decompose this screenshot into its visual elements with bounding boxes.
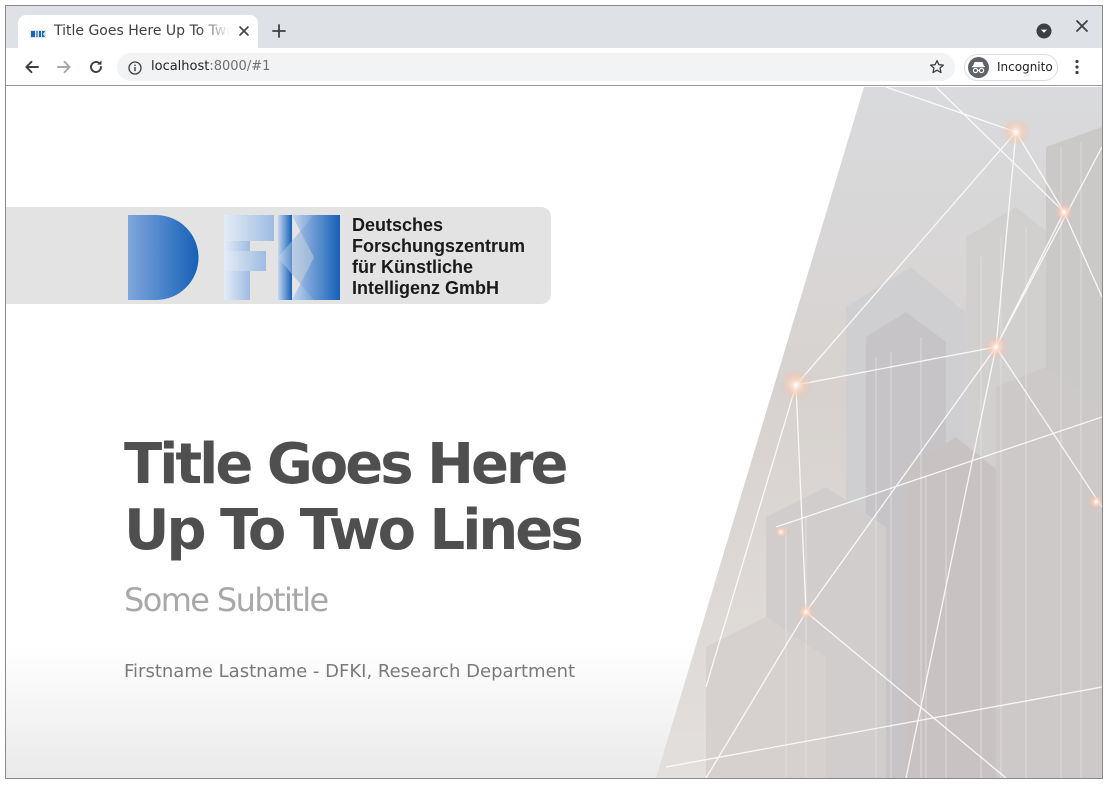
site-info-icon[interactable] bbox=[128, 60, 142, 75]
url-text[interactable]: localhost:8000/#1 bbox=[151, 57, 270, 77]
forward-arrow-right-icon[interactable] bbox=[54, 57, 74, 77]
dfki-favicon-icon bbox=[30, 25, 46, 38]
dfki-logo-text: Deutsches Forschungszentrum für Künstlic… bbox=[352, 215, 548, 299]
dfki-logo bbox=[128, 215, 340, 300]
logo-line: Forschungszentrum bbox=[352, 236, 526, 256]
slide-title: Title Goes Here Up To Two Lines bbox=[124, 432, 684, 564]
incognito-profile-button[interactable]: Incognito bbox=[964, 54, 1058, 81]
new-tab-plus-icon[interactable] bbox=[268, 20, 290, 42]
tab-close-icon[interactable] bbox=[236, 23, 252, 39]
url-path: :8000/#1 bbox=[209, 59, 271, 74]
browser-window: Title Goes Here Up To Two Lines bbox=[5, 5, 1103, 779]
slide-title-line: Title Goes Here bbox=[124, 432, 569, 497]
bookmark-star-icon[interactable] bbox=[929, 59, 945, 75]
tab-active[interactable]: Title Goes Here Up To Two Lines bbox=[18, 15, 258, 48]
tab-strip: Title Goes Here Up To Two Lines bbox=[6, 6, 1102, 48]
incognito-label: Incognito bbox=[997, 60, 1053, 74]
tab-search-chevron-down-icon[interactable] bbox=[1035, 22, 1053, 40]
address-bar[interactable]: localhost:8000/#1 bbox=[117, 53, 955, 81]
logo-line: Deutsches bbox=[352, 215, 444, 235]
incognito-icon bbox=[968, 57, 989, 78]
slide-title-line: Up To Two Lines bbox=[124, 498, 584, 563]
kebab-menu-icon[interactable] bbox=[1068, 58, 1086, 76]
slide-subtitle: Some Subtitle bbox=[124, 581, 329, 619]
page-content: Deutsches Forschungszentrum für Künstlic… bbox=[6, 87, 1102, 778]
dfki-logo-banner: Deutsches Forschungszentrum für Künstlic… bbox=[6, 207, 551, 304]
reload-icon[interactable] bbox=[86, 57, 106, 77]
slide-author: Firstname Lastname - DFKI, Research Depa… bbox=[124, 661, 576, 682]
tab-title: Title Goes Here Up To Two Lines bbox=[54, 23, 230, 39]
window-close-icon[interactable] bbox=[1074, 18, 1090, 34]
logo-line: für Künstliche bbox=[352, 257, 474, 277]
back-arrow-left-icon[interactable] bbox=[22, 57, 42, 77]
url-host: localhost bbox=[151, 59, 210, 74]
browser-toolbar: localhost:8000/#1 Incognito bbox=[6, 48, 1102, 86]
logo-line: Intelligenz GmbH bbox=[352, 278, 500, 298]
